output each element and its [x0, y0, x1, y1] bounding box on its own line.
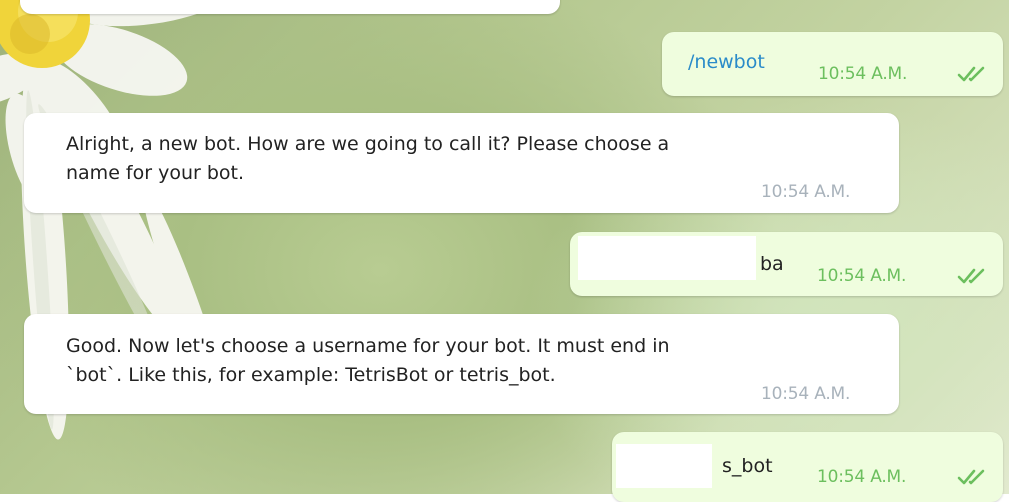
- message-text: ba: [760, 253, 784, 275]
- redacted-text: [616, 444, 712, 488]
- message-time: 10:54 A.M.: [761, 384, 851, 404]
- read-double-check-icon: [957, 66, 985, 82]
- incoming-message-bubble[interactable]: Good. Now let's choose a username for yo…: [24, 314, 899, 414]
- message-time: 10:54 A.M.: [817, 266, 907, 286]
- outgoing-message-bubble[interactable]: ba 10:54 A.M.: [570, 232, 1003, 296]
- message-text-line: Good. Now let's choose a username for yo…: [66, 335, 670, 357]
- bot-command-link[interactable]: /newbot: [688, 48, 765, 77]
- read-double-check-icon: [957, 268, 985, 284]
- read-double-check-icon: [957, 469, 985, 485]
- message-time: 10:54 A.M.: [761, 182, 851, 202]
- daisy-wallpaper-image: [0, 0, 245, 440]
- message-time: 10:54 A.M.: [817, 467, 907, 487]
- outgoing-message-bubble[interactable]: s_bot 10:54 A.M.: [612, 432, 1003, 502]
- redacted-text: [578, 236, 756, 280]
- message-text-line: `bot`. Like this, for example: TetrisBot…: [66, 364, 556, 386]
- message-text-line: Alright, a new bot. How are we going to …: [66, 133, 670, 155]
- previous-message-bubble: [20, 0, 560, 14]
- outgoing-message-bubble[interactable]: /newbot 10:54 A.M.: [662, 32, 1003, 96]
- message-text: s_bot: [722, 455, 773, 477]
- message-time: 10:54 A.M.: [818, 64, 908, 84]
- incoming-message-bubble[interactable]: Alright, a new bot. How are we going to …: [24, 113, 899, 213]
- message-text-line: name for your bot.: [66, 162, 245, 184]
